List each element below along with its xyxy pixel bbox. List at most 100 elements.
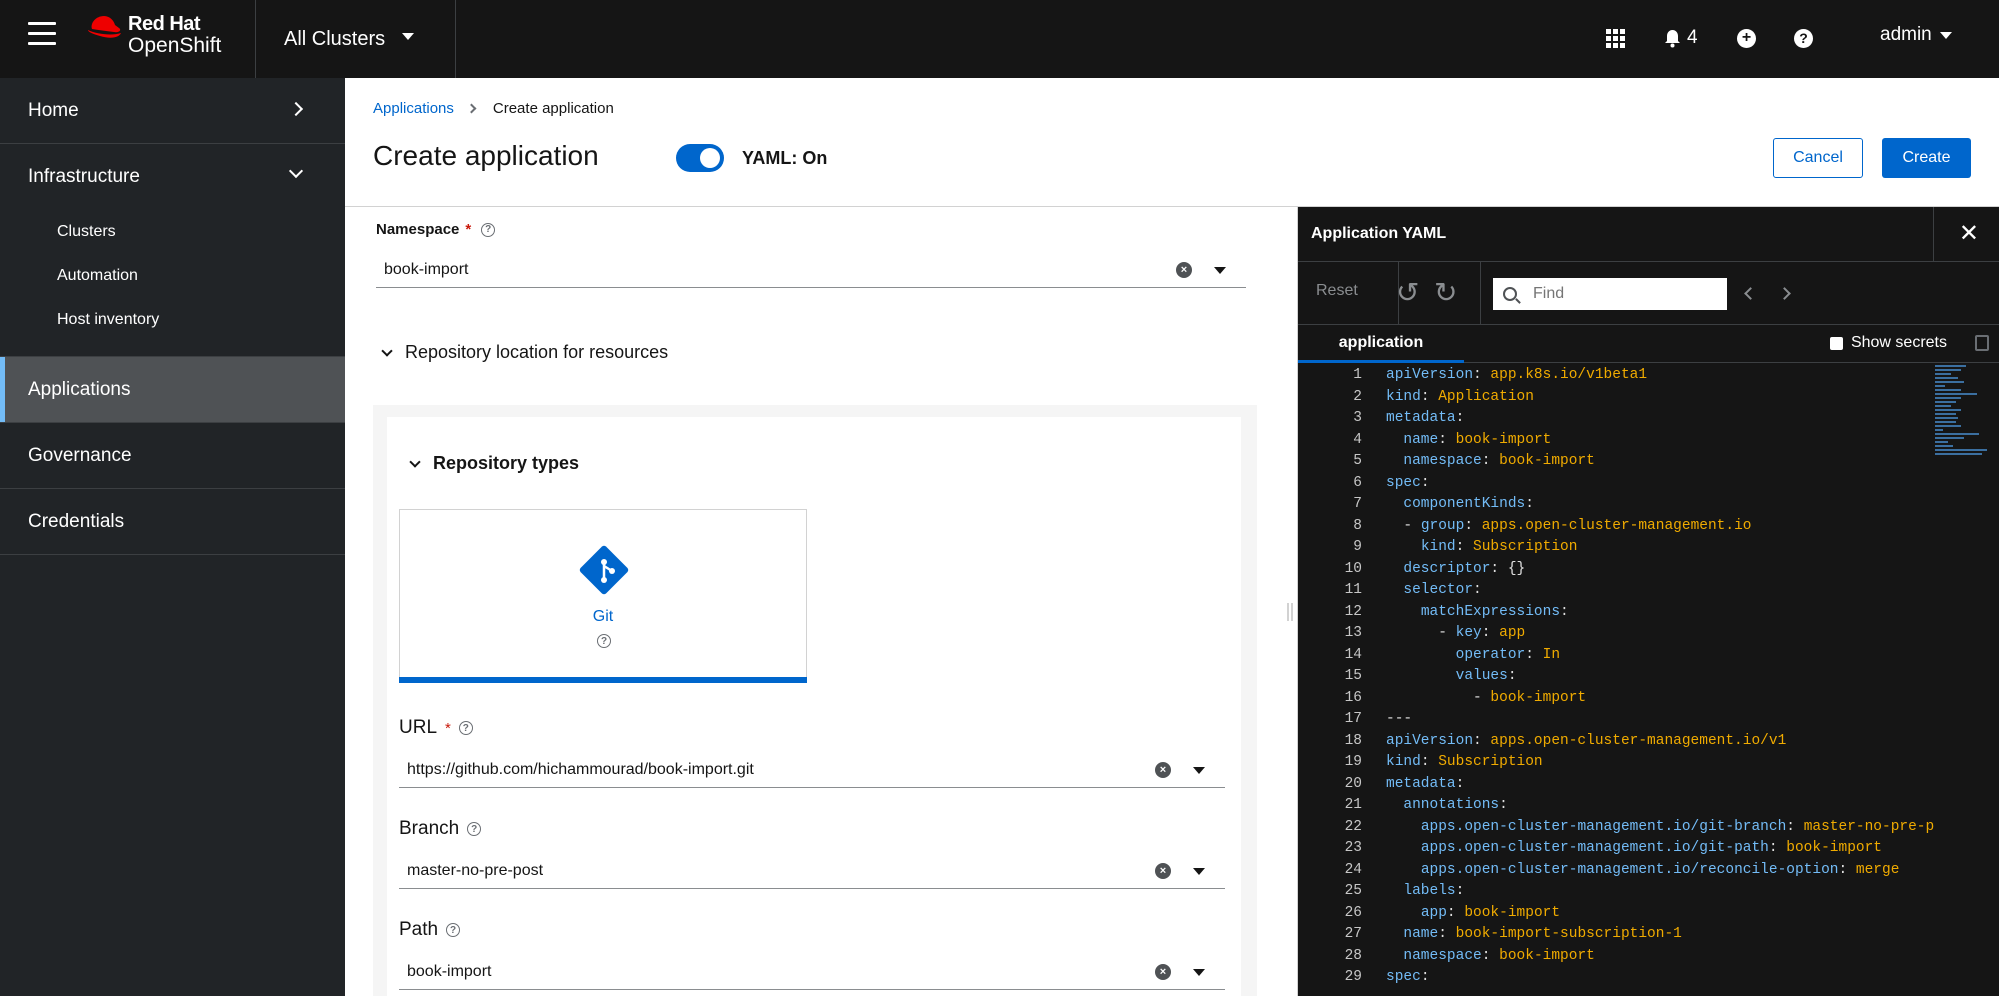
yaml-colon: : [1481,625,1500,641]
code-line: 23 apps.open-cluster-management.io/git-p… [1298,838,1928,860]
line-number: 22 [1344,818,1362,835]
copy-icon[interactable] [1975,335,1989,351]
notifications-button[interactable]: 4 [1664,24,1698,52]
yaml-colon: : [1525,646,1543,663]
plus-circle-icon: + [1737,28,1756,48]
repository-location-toggle[interactable]: Repository location for resources [381,342,668,363]
clear-icon[interactable]: × [1155,863,1171,879]
sidebar-item-automation[interactable]: Automation [0,254,345,298]
yaml-key: kind [1420,539,1456,555]
help-icon[interactable]: ? [597,634,611,648]
code-line: 13 - key: app [1298,623,1928,645]
breadcrumb: Applications Create application [373,100,614,117]
help-icon[interactable]: ? [467,822,482,836]
sidebar-item-label: Infrastructure [28,166,140,187]
yaml-colon: : [1768,840,1787,856]
yaml-toggle[interactable]: YAML: On [676,144,827,172]
reset-button[interactable]: Reset [1316,282,1358,300]
sidebar-item-infrastructure[interactable]: Infrastructure [0,144,345,210]
brand-line2: OpenShift [128,34,222,57]
resize-handle[interactable] [1287,603,1293,621]
yaml-key: apiVersion [1386,367,1474,383]
add-button[interactable]: + [1737,24,1756,52]
yaml-switch[interactable] [676,144,724,172]
code-line: 11 selector: [1298,580,1928,602]
path-field[interactable]: book-import × [399,954,1225,990]
yaml-key: app [1420,904,1447,921]
yaml-value: book-import [1499,453,1595,469]
hamburger-icon[interactable] [28,22,56,48]
show-secrets-checkbox[interactable]: Show secrets [1829,334,1947,352]
code-line: 25 labels: [1298,881,1928,903]
help-icon[interactable]: ? [446,923,461,937]
masthead: Red Hat OpenShift All Clusters 4 + ? adm… [0,0,1999,78]
caret-down-icon[interactable] [1214,267,1226,274]
brand-logo[interactable]: Red Hat OpenShift [86,13,221,57]
breadcrumb-applications-link[interactable]: Applications [373,100,454,117]
namespace-label-text: Namespace [376,221,460,238]
clear-icon[interactable]: × [1155,762,1171,778]
sidebar-item-home[interactable]: Home [0,78,345,144]
cluster-selector[interactable]: All Clusters [256,0,456,78]
chevron-right-icon [466,103,477,114]
find-field[interactable] [1493,278,1727,310]
yaml-key: labels [1403,883,1456,899]
yaml-key: kind [1386,754,1421,770]
code-line: 15 values: [1298,666,1928,688]
yaml-key: annotations [1403,797,1500,813]
branch-field[interactable]: master-no-pre-post × [399,853,1225,889]
help-icon[interactable]: ? [481,222,496,237]
find-input[interactable] [1533,285,1713,303]
yaml-key: componentKinds [1403,496,1526,512]
help-button[interactable]: ? [1794,24,1813,52]
cancel-button[interactable]: Cancel [1773,138,1863,178]
path-value: book-import [407,962,492,980]
clear-icon[interactable]: × [1155,964,1171,980]
caret-down-icon[interactable] [1193,868,1205,875]
close-icon[interactable]: ✕ [1959,222,1979,246]
yaml-value: book-import [1464,904,1561,921]
redo-icon[interactable]: ↻ [1434,278,1457,308]
sidebar-item-credentials[interactable]: Credentials [0,489,345,555]
tab-application[interactable]: application [1298,325,1464,363]
yaml-key: name [1403,431,1439,448]
yaml-colon: : [1420,754,1439,770]
namespace-select[interactable]: book-import × [376,252,1246,288]
yaml-tabs: application Show secrets [1298,325,1999,363]
app-launcher-button[interactable] [1606,24,1625,52]
sidebar-item-applications[interactable]: Applications [0,357,345,423]
code-minimap[interactable] [1935,365,1987,461]
user-menu[interactable]: admin [1880,24,1952,46]
help-icon[interactable]: ? [458,721,473,735]
yaml-key: spec [1386,474,1421,491]
code-line: 29 spec: [1298,967,1928,989]
yaml-panel-header: Application YAML ✕ [1298,207,1999,262]
repository-type-git-tile[interactable]: Git ? [399,509,807,683]
sidebar-item-label: Host inventory [57,311,160,328]
url-field[interactable]: https://github.com/hichammourad/book-imp… [399,752,1225,788]
yaml-value: master-no-pre-p [1803,818,1935,835]
sidebar-item-clusters[interactable]: Clusters [0,210,345,254]
yaml-editor-panel: Application YAML ✕ Reset ↺ ↻ application… [1298,207,1999,996]
caret-down-icon[interactable] [1193,969,1205,976]
masthead-divider [455,0,456,78]
undo-icon[interactable]: ↺ [1396,278,1419,308]
required-indicator: * [465,221,472,238]
next-match-icon[interactable] [1778,287,1791,300]
repository-types-toggle[interactable]: Repository types [409,453,579,474]
code-line: 12 matchExpressions: [1298,602,1928,624]
sidebar-item-host-inventory[interactable]: Host inventory [0,298,345,342]
line-number: 19 [1344,754,1362,770]
clear-icon[interactable]: × [1176,262,1192,278]
line-number: 8 [1353,517,1362,534]
yaml-code-editor[interactable]: 1 apiVersion: app.k8s.io/v1beta1 2 kind: Ap… [1298,365,1999,996]
sidebar-item-governance[interactable]: Governance [0,423,345,489]
checkbox[interactable] [1829,336,1843,350]
caret-down-icon[interactable] [1193,767,1205,774]
create-button[interactable]: Create [1882,138,1971,178]
line-number: 13 [1344,625,1362,641]
previous-match-icon[interactable] [1744,287,1757,300]
